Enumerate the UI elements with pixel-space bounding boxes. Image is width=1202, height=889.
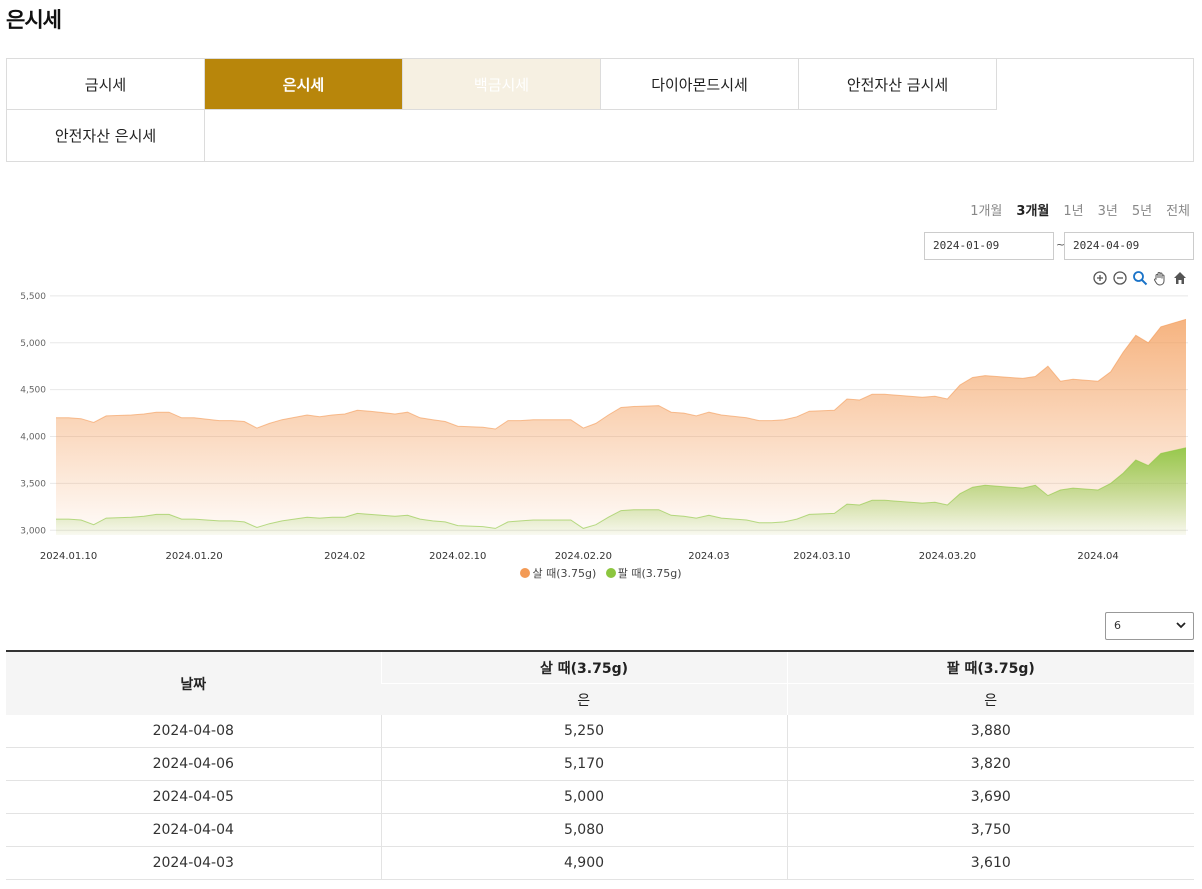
chevron-down-icon [1175, 613, 1187, 650]
legend-swatch-sell [605, 568, 616, 578]
legend-label: 팔 때(3.75g) [617, 567, 682, 580]
legend-swatch-buy [520, 568, 531, 578]
table-row: 2024-04-06 5,170 3,820 [6, 747, 1194, 781]
buy-column-header: 살 때(3.75g) [380, 650, 787, 684]
tab-label: 다이아몬드시세 [651, 75, 748, 94]
period-all-button[interactable]: 전체 [1166, 200, 1190, 219]
y-tick-label: 3,000 [20, 526, 46, 536]
sell-cell: 3,880 [786, 715, 1194, 748]
sell-cell: 3,690 [786, 780, 1194, 814]
category-tabs: 금시세 은시세 백금시세 다이아몬드시세 안전자산 금시세 안전자산 은시세 [6, 58, 1194, 162]
buy-cell: 5,170 [380, 747, 787, 781]
page-title: 은시세 [6, 8, 62, 32]
period-1year-button[interactable]: 1년 [1063, 200, 1083, 219]
sell-subheader: 은 [786, 683, 1194, 715]
tab-diamond[interactable]: 다이아몬드시세 [601, 59, 799, 110]
tab-label: 안전자산 은시세 [54, 127, 157, 145]
date-cell: 2024-04-03 [6, 846, 381, 880]
rows-per-page-select[interactable]: 6 [1105, 612, 1194, 640]
buy-cell: 5,080 [380, 813, 787, 847]
buy-subheader: 은 [381, 683, 787, 715]
table-row: 2024-04-03 4,900 3,610 [6, 846, 1194, 880]
x-tick-label: 2024.01.10 [40, 551, 97, 562]
legend-item-buy[interactable]: 살 때(3.75g) [520, 567, 596, 580]
x-tick-label: 2024.02.10 [429, 551, 486, 562]
end-date-input[interactable]: 2024-04-09 [1064, 232, 1194, 260]
legend-label: 살 때(3.75g) [532, 567, 597, 580]
period-3year-button[interactable]: 3년 [1098, 200, 1118, 219]
tab-gold[interactable]: 금시세 [7, 59, 205, 110]
tab-safe-silver[interactable]: 안전자산 은시세 [7, 110, 205, 161]
buy-cell: 4,900 [380, 846, 787, 880]
table-row: 2024-04-04 5,080 3,750 [6, 813, 1194, 847]
tab-label: 안전자산 금시세 [846, 75, 949, 94]
legend-item-sell[interactable]: 팔 때(3.75g) [605, 567, 682, 580]
date-cell: 2024-04-08 [6, 715, 381, 748]
sell-cell: 3,610 [786, 846, 1194, 880]
price-area-chart: 3,000 3,500 4,000 4,500 5,000 5,500 2024.01.10… [20, 292, 1188, 562]
x-tick-label: 2024.03.10 [793, 551, 850, 562]
y-tick-label: 5,500 [20, 292, 46, 302]
date-cell: 2024-04-04 [6, 813, 381, 847]
sell-cell: 3,820 [786, 747, 1194, 781]
buy-cell: 5,250 [380, 715, 787, 748]
start-date-input[interactable]: 2024-01-09 [924, 232, 1054, 260]
x-tick-label: 2024.03 [688, 551, 729, 562]
sell-cell: 3,750 [786, 813, 1194, 847]
period-selector: 1개월 3개월 1년 3년 5년 전체 [970, 200, 1190, 219]
tab-platinum[interactable]: 백금시세 [403, 59, 601, 110]
x-tick-label: 2024.02 [324, 551, 365, 562]
rows-select-value: 6 [1114, 619, 1121, 632]
tab-silver[interactable]: 은시세 [205, 59, 403, 110]
price-table: 날짜 살 때(3.75g) 팔 때(3.75g) 은 은 2024-04-08 5… [6, 650, 1194, 880]
tab-safe-gold[interactable]: 안전자산 금시세 [799, 59, 997, 110]
x-tick-label: 2024.02.20 [555, 551, 612, 562]
x-tick-label: 2024.01.20 [165, 551, 222, 562]
period-5year-button[interactable]: 5년 [1132, 200, 1152, 219]
table-row: 2024-04-08 5,250 3,880 [6, 715, 1194, 748]
date-cell: 2024-04-06 [6, 747, 381, 781]
y-tick-label: 4,000 [20, 433, 46, 443]
tab-label: 금시세 [84, 75, 127, 94]
period-3month-button[interactable]: 3개월 [1016, 200, 1049, 219]
period-1month-button[interactable]: 1개월 [970, 200, 1002, 219]
tab-label: 백금시세 [473, 75, 530, 94]
chart-legend: 살 때(3.75g) 팔 때(3.75g) [0, 565, 1202, 581]
x-tick-label: 2024.04 [1077, 551, 1118, 562]
y-tick-label: 5,000 [20, 339, 46, 349]
sell-column-header: 팔 때(3.75g) [786, 650, 1194, 684]
date-cell: 2024-04-05 [6, 780, 381, 814]
tab-label: 은시세 [282, 75, 325, 94]
y-tick-label: 3,500 [20, 479, 46, 489]
buy-cell: 5,000 [380, 780, 787, 814]
x-tick-label: 2024.03.20 [919, 551, 976, 562]
date-column-header: 날짜 [6, 650, 381, 715]
table-row: 2024-04-05 5,000 3,690 [6, 780, 1194, 814]
y-tick-label: 4,500 [20, 386, 46, 396]
